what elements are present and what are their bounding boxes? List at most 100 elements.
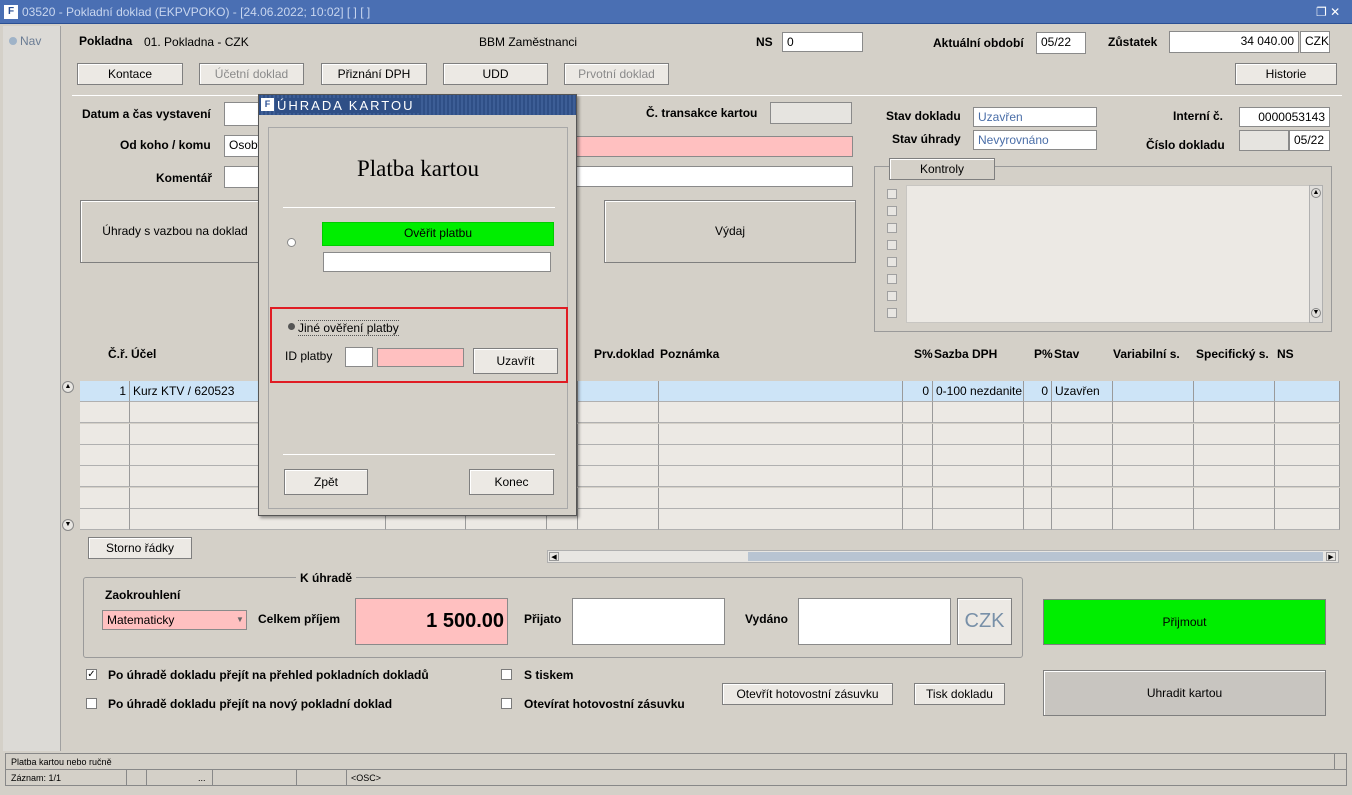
uhradit-kartou-button[interactable]: Uhradit kartou <box>1043 670 1326 716</box>
table-cell[interactable] <box>80 423 130 445</box>
table-cell[interactable] <box>578 466 659 488</box>
table-cell[interactable] <box>1024 508 1052 530</box>
table-cell[interactable] <box>1194 466 1275 488</box>
konec-button[interactable]: Konec <box>469 469 554 495</box>
cell-cr[interactable]: 1 <box>80 381 130 402</box>
chevron-down-icon[interactable]: ▼ <box>234 611 246 629</box>
kontroly-check-1[interactable] <box>887 189 897 199</box>
overit-platbu-button[interactable]: Ověřit platbu <box>322 222 554 246</box>
kontroly-check-2[interactable] <box>887 206 897 216</box>
table-cell[interactable] <box>1052 508 1113 530</box>
id-platby-prefix[interactable] <box>345 347 373 367</box>
kontroly-check-4[interactable] <box>887 240 897 250</box>
cell-s[interactable]: 0 <box>903 381 933 402</box>
table-cell[interactable] <box>933 466 1024 488</box>
table-cell[interactable] <box>1052 423 1113 445</box>
opt2-checkbox[interactable] <box>86 698 97 709</box>
table-cell[interactable] <box>1275 466 1340 488</box>
kontroly-tab[interactable]: Kontroly <box>889 158 995 180</box>
kontroly-scrollbar[interactable]: ▲ ▼ <box>1309 185 1323 323</box>
table-cell[interactable] <box>1052 444 1113 466</box>
table-cell[interactable] <box>1052 487 1113 509</box>
table-cell[interactable] <box>903 508 933 530</box>
table-cell[interactable] <box>1024 487 1052 509</box>
table-cell[interactable] <box>933 402 1024 424</box>
kontace-button[interactable]: Kontace <box>77 63 183 85</box>
table-cell[interactable] <box>1275 423 1340 445</box>
table-cell[interactable] <box>1113 423 1194 445</box>
table-cell[interactable] <box>80 487 130 509</box>
table-cell[interactable] <box>1052 466 1113 488</box>
table-cell[interactable] <box>80 444 130 466</box>
obdobi-field[interactable]: 05/22 <box>1036 32 1086 54</box>
table-cell[interactable] <box>1113 444 1194 466</box>
cell-ss[interactable] <box>1194 381 1275 402</box>
table-cell[interactable] <box>1194 402 1275 424</box>
table-cell[interactable] <box>80 402 130 424</box>
tisk-dokladu-button[interactable]: Tisk dokladu <box>914 683 1005 705</box>
table-cell[interactable] <box>578 402 659 424</box>
historie-button[interactable]: Historie <box>1235 63 1337 85</box>
priznani-dph-button[interactable]: Přiznání DPH <box>321 63 427 85</box>
currency-button[interactable]: CZK <box>957 598 1012 645</box>
table-cell[interactable] <box>578 487 659 509</box>
nav-label[interactable]: Nav <box>20 34 41 48</box>
cell-prv[interactable] <box>578 381 659 402</box>
cell-p[interactable]: 0 <box>1024 381 1052 402</box>
otevrit-zasuvku-button[interactable]: Otevřít hotovostní zásuvku <box>722 683 893 705</box>
kontroly-check-3[interactable] <box>887 223 897 233</box>
table-cell[interactable] <box>1275 402 1340 424</box>
kontroly-check-6[interactable] <box>887 274 897 284</box>
prijmout-button[interactable]: Přijmout <box>1043 599 1326 645</box>
table-cell[interactable] <box>1194 423 1275 445</box>
cell-stav[interactable]: Uzavřen <box>1052 381 1113 402</box>
overit-radio[interactable] <box>287 238 296 247</box>
kontroly-check-7[interactable] <box>887 291 897 301</box>
udd-button[interactable]: UDD <box>443 63 548 85</box>
hscroll-thumb[interactable] <box>748 552 1323 561</box>
vydano-field[interactable] <box>798 598 951 645</box>
prijato-field[interactable] <box>572 598 725 645</box>
table-cell[interactable] <box>659 423 903 445</box>
cell-ns[interactable] <box>1275 381 1340 402</box>
table-cell[interactable] <box>80 508 130 530</box>
table-cell[interactable] <box>903 444 933 466</box>
scroll-down-icon[interactable]: ▼ <box>1311 308 1321 318</box>
table-cell[interactable] <box>659 508 903 530</box>
opt3-checkbox[interactable] <box>501 669 512 680</box>
cell-vs[interactable] <box>1113 381 1194 402</box>
table-cell[interactable] <box>659 466 903 488</box>
table-cell[interactable] <box>1194 508 1275 530</box>
storno-button[interactable]: Storno řádky <box>88 537 192 559</box>
table-cell[interactable] <box>903 402 933 424</box>
table-cell[interactable] <box>1275 444 1340 466</box>
table-cell[interactable] <box>659 487 903 509</box>
grid-scroll-down-icon[interactable]: ▼ <box>62 519 74 531</box>
table-cell[interactable] <box>578 444 659 466</box>
ns-field[interactable]: 0 <box>782 32 863 52</box>
table-cell[interactable] <box>1024 466 1052 488</box>
kontroly-check-8[interactable] <box>887 308 897 318</box>
jine-label[interactable]: Jiné ověření platby <box>298 320 399 336</box>
grid-scroll-up-icon[interactable]: ▲ <box>62 381 74 393</box>
cell-sazba[interactable]: 0-100 nezdanite <box>933 381 1024 402</box>
uhrady-vazba-button[interactable]: Úhrady s vazbou na doklad <box>80 200 270 263</box>
hscroll-right-icon[interactable]: ▶ <box>1326 552 1336 561</box>
table-cell[interactable] <box>903 466 933 488</box>
window-controls[interactable]: ❐ ✕ <box>1316 5 1340 19</box>
table-cell[interactable] <box>1113 466 1194 488</box>
kontroly-check-5[interactable] <box>887 257 897 267</box>
table-cell[interactable] <box>903 487 933 509</box>
table-cell[interactable] <box>1194 487 1275 509</box>
table-cell[interactable] <box>1024 402 1052 424</box>
table-cell[interactable] <box>933 508 1024 530</box>
ucetni-doklad-button[interactable]: Účetní doklad <box>199 63 304 85</box>
opt4-checkbox[interactable] <box>501 698 512 709</box>
table-cell[interactable] <box>903 423 933 445</box>
grid-hscrollbar[interactable]: ◀ ▶ <box>547 550 1339 563</box>
zaokrouhleni-select[interactable]: Matematicky <box>102 610 247 630</box>
table-cell[interactable] <box>578 423 659 445</box>
table-cell[interactable] <box>578 508 659 530</box>
komentar-field-right[interactable] <box>576 166 853 187</box>
table-cell[interactable] <box>1024 444 1052 466</box>
